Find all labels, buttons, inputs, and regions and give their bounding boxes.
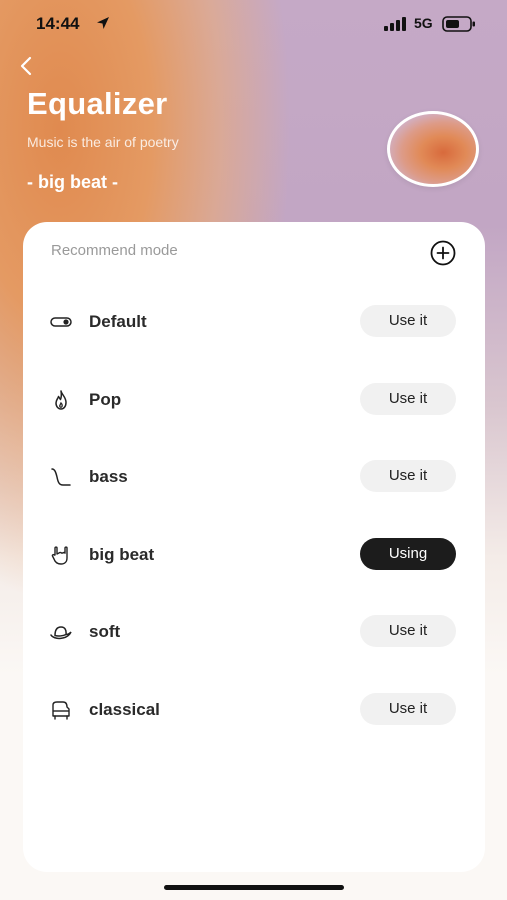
use-it-button[interactable]: Use it [360, 460, 456, 492]
mode-row-classical: classical Use it [23, 691, 485, 727]
piano-icon [52, 701, 70, 720]
current-mode-label: - big beat - [27, 172, 118, 192]
back-chevron-icon[interactable] [16, 54, 38, 78]
toggle-icon [50, 317, 72, 327]
card-heading: Recommend mode [51, 242, 178, 259]
network-type: 5G [414, 15, 433, 31]
mode-row-bass: bass Use it [23, 458, 485, 494]
mode-label: Pop [89, 390, 122, 409]
use-it-button[interactable]: Use it [360, 383, 456, 415]
album-art-avatar [387, 111, 479, 187]
mode-label: classical [89, 700, 160, 719]
home-indicator[interactable] [164, 885, 344, 890]
rock-hand-icon [51, 546, 68, 565]
location-arrow-icon [97, 17, 109, 29]
bass-curve-icon [51, 468, 71, 486]
mode-row-big-beat: big beat Using [23, 536, 485, 572]
flame-icon [55, 390, 67, 410]
use-it-button[interactable]: Use it [360, 305, 456, 337]
status-bar: 14:44 5G [0, 0, 507, 48]
mode-row-default: Default Use it [23, 303, 485, 339]
mode-row-pop: Pop Use it [23, 381, 485, 417]
status-time: 14:44 [36, 14, 80, 33]
mode-label: bass [89, 467, 128, 486]
hat-icon [50, 626, 72, 640]
page-subtitle: Music is the air of poetry [27, 134, 179, 150]
cellular-signal-icon [384, 17, 406, 31]
add-mode-icon[interactable] [429, 239, 457, 267]
mode-row-soft: soft Use it [23, 613, 485, 649]
mode-label: big beat [89, 545, 155, 564]
mode-label: soft [89, 622, 121, 641]
mode-label: Default [89, 312, 147, 331]
using-button[interactable]: Using [360, 538, 456, 570]
page-title: Equalizer [27, 86, 168, 121]
battery-icon [442, 16, 475, 32]
use-it-button[interactable]: Use it [360, 615, 456, 647]
mode-list-card: Recommend mode Default Use it Pop Use it… [23, 222, 485, 872]
use-it-button[interactable]: Use it [360, 693, 456, 725]
